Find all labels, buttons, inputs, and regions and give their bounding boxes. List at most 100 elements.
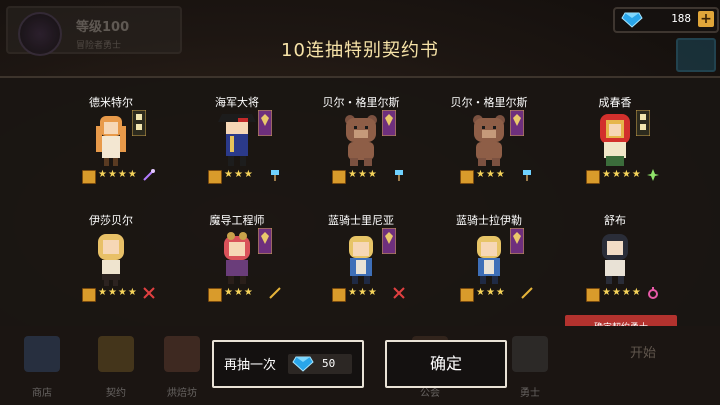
hero-sprite [473,115,505,166]
hero-card[interactable]: 蓝骑士里尼亚 ★★★ [296,202,426,312]
menu-item-contract[interactable]: 契约 [86,332,146,402]
swords-icon [393,287,405,299]
hero-stars: ★★★ [224,169,254,180]
gem-count: 188 [671,12,691,25]
start-label[interactable]: 开始 [630,342,656,361]
gem-counter: 188 + [613,7,719,33]
helmet-icon [512,336,548,372]
wand-icon [269,287,281,299]
class-banner-icon [382,228,396,254]
hero-sprite [224,232,250,284]
hero-name: 德米特尔 [89,96,133,109]
hero-sprite [602,234,628,284]
hero-sprite [98,234,124,286]
hero-sprite [218,114,256,166]
hammer-icon [523,170,531,181]
menu-item-heroes[interactable]: 勇士 [500,332,560,402]
hero-stars: ★★★★ [98,287,138,298]
hero-name: 成春香 [598,96,632,109]
modal-title: 10连抽特别契约书 [281,40,439,61]
hero-sprite [600,114,630,166]
hero-card[interactable]: 蓝骑士拉伊勒 ★★★ [424,202,554,312]
chat-button[interactable] [676,38,716,72]
swords-icon [143,287,155,299]
confirm-label: 确定 [429,354,462,373]
draw-again-cost-value: 50 [322,357,336,370]
hero-stars: ★★★ [224,287,254,298]
hero-grid: 德米特尔 ★★★★ 海军大将 ★★★ 贝尔・格里尔斯 ★★★ 贝尔・格里尔斯 ★… [0,84,720,324]
scroll-icon [586,288,600,302]
menu-label: 商店 [32,388,52,399]
scroll-icon [82,288,96,302]
shuriken-icon [647,169,659,181]
class-banner-icon [510,228,524,254]
hero-card[interactable]: 舒布 ★★★★ [550,202,680,312]
menu-item-shop[interactable]: 商店 [12,332,72,402]
hero-name: 伊莎贝尔 [89,214,133,227]
hero-sprite [96,116,126,166]
menu-label: 契约 [106,388,126,399]
gem-icon [621,12,643,28]
menu-item-bakery[interactable]: 烘焙坊 [152,332,212,402]
scroll-icon [208,170,222,184]
hero-card[interactable]: 魔导工程师 ★★★ [172,202,302,312]
shop-icon [24,336,60,372]
hero-sprite [477,236,501,284]
hero-stars: ★★★★ [98,169,138,180]
hero-stars: ★★★★ [602,287,642,298]
hero-card[interactable]: 成春香 ★★★★ [550,84,680,194]
class-banner-icon [636,110,650,136]
menu-label: 烘焙坊 [167,388,197,399]
draw-again-cost: 50 [288,354,352,374]
hero-card[interactable]: 德米特尔 ★★★★ [46,84,176,194]
draw-again-label: 再抽一次 [224,358,277,373]
scroll-icon [82,170,96,184]
hero-card[interactable]: 贝尔・格里尔斯 ★★★ [424,84,554,194]
bakery-icon [164,336,200,372]
gem-icon [292,356,314,372]
hero-sprite [349,236,373,284]
scroll-icon [460,170,474,184]
class-banner-icon [382,110,396,136]
hammer-icon [271,170,279,181]
hero-card[interactable]: 贝尔・格里尔斯 ★★★ [296,84,426,194]
hero-sprite [345,115,377,166]
hero-stars: ★★★ [476,169,506,180]
confirm-button[interactable]: 确定 [385,340,507,388]
class-banner-icon [510,110,524,136]
draw-again-button[interactable]: 再抽一次 50 [212,340,364,388]
hero-card[interactable]: 海军大将 ★★★ [172,84,302,194]
staff-icon [143,169,155,181]
player-info: 等级100 冒险者勇士 [6,6,182,56]
scroll-icon [460,288,474,302]
scroll-icon [208,288,222,302]
hero-stars: ★★★ [348,169,378,180]
hammer-icon [395,170,403,181]
player-level: 等级100 [76,20,130,35]
hero-name: 魔导工程师 [209,214,265,227]
hero-card[interactable]: 伊莎贝尔 ★★★★ [46,202,176,312]
hero-name: 贝尔・格里尔斯 [322,96,400,109]
scroll-icon [586,170,600,184]
ring-icon [648,287,658,299]
class-banner-icon [132,110,146,136]
avatar [18,12,62,56]
contract-icon [98,336,134,372]
hero-name: 蓝骑士里尼亚 [328,214,394,227]
hero-name: 舒布 [604,214,626,227]
modal-title-band: 10连抽特别契约书 [180,33,540,69]
class-banner-icon [258,110,272,136]
player-subtitle: 冒险者勇士 [76,41,122,51]
scroll-icon [332,170,346,184]
hero-stars: ★★★★ [602,169,642,180]
hero-name: 贝尔・格里尔斯 [450,96,528,109]
hero-stars: ★★★ [348,287,378,298]
hero-name: 蓝骑士拉伊勒 [456,214,522,227]
add-gems-button[interactable]: + [698,11,714,27]
class-banner-icon [258,228,272,254]
hero-stars: ★★★ [476,287,506,298]
wand-icon [521,287,533,299]
menu-label: 勇士 [520,388,540,399]
scroll-icon [332,288,346,302]
hero-name: 海军大将 [215,96,259,109]
